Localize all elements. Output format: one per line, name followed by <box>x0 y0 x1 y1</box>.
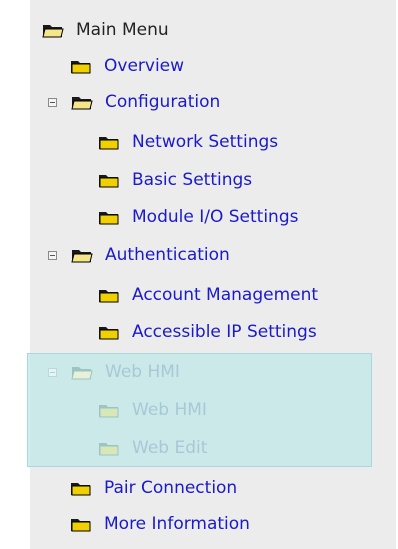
menu-item-network-settings[interactable]: Network Settings <box>98 129 278 155</box>
menu-item-label: More Information <box>104 513 250 534</box>
folder-open-icon <box>42 23 64 38</box>
menu-item-label: Web HMI <box>132 399 207 420</box>
collapse-toggle-icon[interactable] <box>48 251 57 260</box>
menu-item-basic-settings[interactable]: Basic Settings <box>98 167 252 193</box>
menu-item-label: Web Edit <box>132 437 208 458</box>
menu-item-module-io-settings[interactable]: Module I/O Settings <box>98 204 298 230</box>
menu-item-label: Network Settings <box>132 131 279 152</box>
folder-open-icon <box>71 95 93 110</box>
tree-root-main-menu[interactable]: Main Menu <box>42 17 169 43</box>
menu-item-pair-connection[interactable]: Pair Connection <box>70 475 237 501</box>
folder-icon <box>98 441 120 456</box>
collapse-toggle-icon[interactable] <box>48 98 57 107</box>
menu-item-label: Basic Settings <box>132 169 253 190</box>
folder-icon <box>98 403 120 418</box>
menu-item-accessible-ip-settings[interactable]: Accessible IP Settings <box>98 319 317 345</box>
menu-item-authentication[interactable]: Authentication <box>44 242 230 268</box>
menu-item-label: Authentication <box>105 244 230 265</box>
folder-icon <box>98 325 120 340</box>
folder-icon <box>70 59 92 74</box>
folder-icon <box>70 481 92 496</box>
collapse-toggle-icon[interactable] <box>48 368 57 377</box>
folder-icon <box>98 210 120 225</box>
menu-item-configuration[interactable]: Configuration <box>44 89 220 115</box>
menu-item-web-edit[interactable]: Web Edit <box>98 435 207 461</box>
folder-icon <box>98 173 120 188</box>
folder-open-icon <box>71 365 93 380</box>
tree-root-label: Main Menu <box>76 19 169 40</box>
menu-item-overview[interactable]: Overview <box>70 53 184 79</box>
menu-item-label: Account Management <box>132 284 319 305</box>
menu-item-web-hmi-group[interactable]: Web HMI <box>44 359 180 385</box>
menu-item-label: Module I/O Settings <box>132 206 299 227</box>
folder-open-icon <box>71 248 93 263</box>
folder-icon <box>98 135 120 150</box>
menu-item-more-information[interactable]: More Information <box>70 511 250 537</box>
menu-item-label: Accessible IP Settings <box>132 321 317 342</box>
menu-item-label: Web HMI <box>105 361 180 382</box>
menu-item-web-hmi[interactable]: Web HMI <box>98 397 207 423</box>
folder-icon <box>98 288 120 303</box>
folder-icon <box>70 517 92 532</box>
menu-item-label: Configuration <box>105 91 221 112</box>
menu-item-label: Overview <box>104 55 185 76</box>
menu-item-label: Pair Connection <box>104 477 238 498</box>
menu-item-account-management[interactable]: Account Management <box>98 282 318 308</box>
